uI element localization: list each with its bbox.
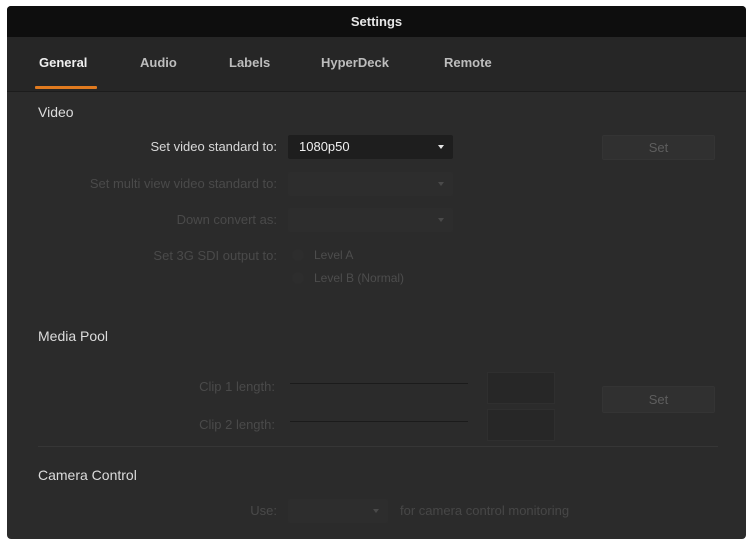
chevron-down-icon [438,182,444,186]
video-standard-value: 1080p50 [299,139,350,154]
sdi-level-b-radio[interactable] [292,272,304,284]
window-title: Settings [7,6,746,37]
tab-labels[interactable]: Labels [229,55,270,70]
sdi-level-a-label: Level A [314,248,354,262]
sdi-output-label: Set 3G SDI output to: [153,248,277,263]
tab-bar: General Audio Labels HyperDeck Remote [7,37,746,92]
set-clip-length-button[interactable]: Set [602,386,715,413]
chevron-down-icon [438,218,444,222]
set-video-standard-button[interactable]: Set [602,135,715,160]
video-section-title: Video [38,104,74,120]
tab-hyperdeck[interactable]: HyperDeck [321,55,389,70]
multiview-standard-label: Set multi view video standard to: [89,176,277,191]
clip2-length-label: Clip 2 length: [199,417,275,432]
clip1-length-label: Clip 1 length: [199,379,275,394]
settings-window: Settings General Audio Labels HyperDeck … [7,6,746,539]
video-standard-label: Set video standard to: [150,139,277,154]
down-convert-label: Down convert as: [176,212,277,227]
active-tab-indicator [35,86,97,89]
tab-audio[interactable]: Audio [140,55,177,70]
sdi-level-b-label: Level B (Normal) [314,271,405,285]
multiview-standard-select[interactable] [288,172,453,196]
clip1-length-input[interactable] [487,372,555,404]
camera-control-select[interactable] [288,499,388,523]
camera-control-suffix: for camera control monitoring [400,503,570,518]
clip2-length-slider[interactable] [290,421,468,422]
sdi-level-a-radio[interactable] [292,249,304,261]
camera-control-section-title: Camera Control [38,467,137,483]
down-convert-select[interactable] [288,208,453,232]
clip2-length-input[interactable] [487,409,555,441]
chevron-down-icon [438,145,444,149]
tab-general[interactable]: General [39,55,87,70]
tab-remote[interactable]: Remote [444,55,492,70]
clip1-length-slider[interactable] [290,383,468,384]
video-standard-select[interactable]: 1080p50 [288,135,453,159]
chevron-down-icon [373,509,379,513]
media-pool-section-title: Media Pool [38,328,109,344]
camera-use-label: Use: [250,503,277,518]
section-divider [38,446,718,447]
